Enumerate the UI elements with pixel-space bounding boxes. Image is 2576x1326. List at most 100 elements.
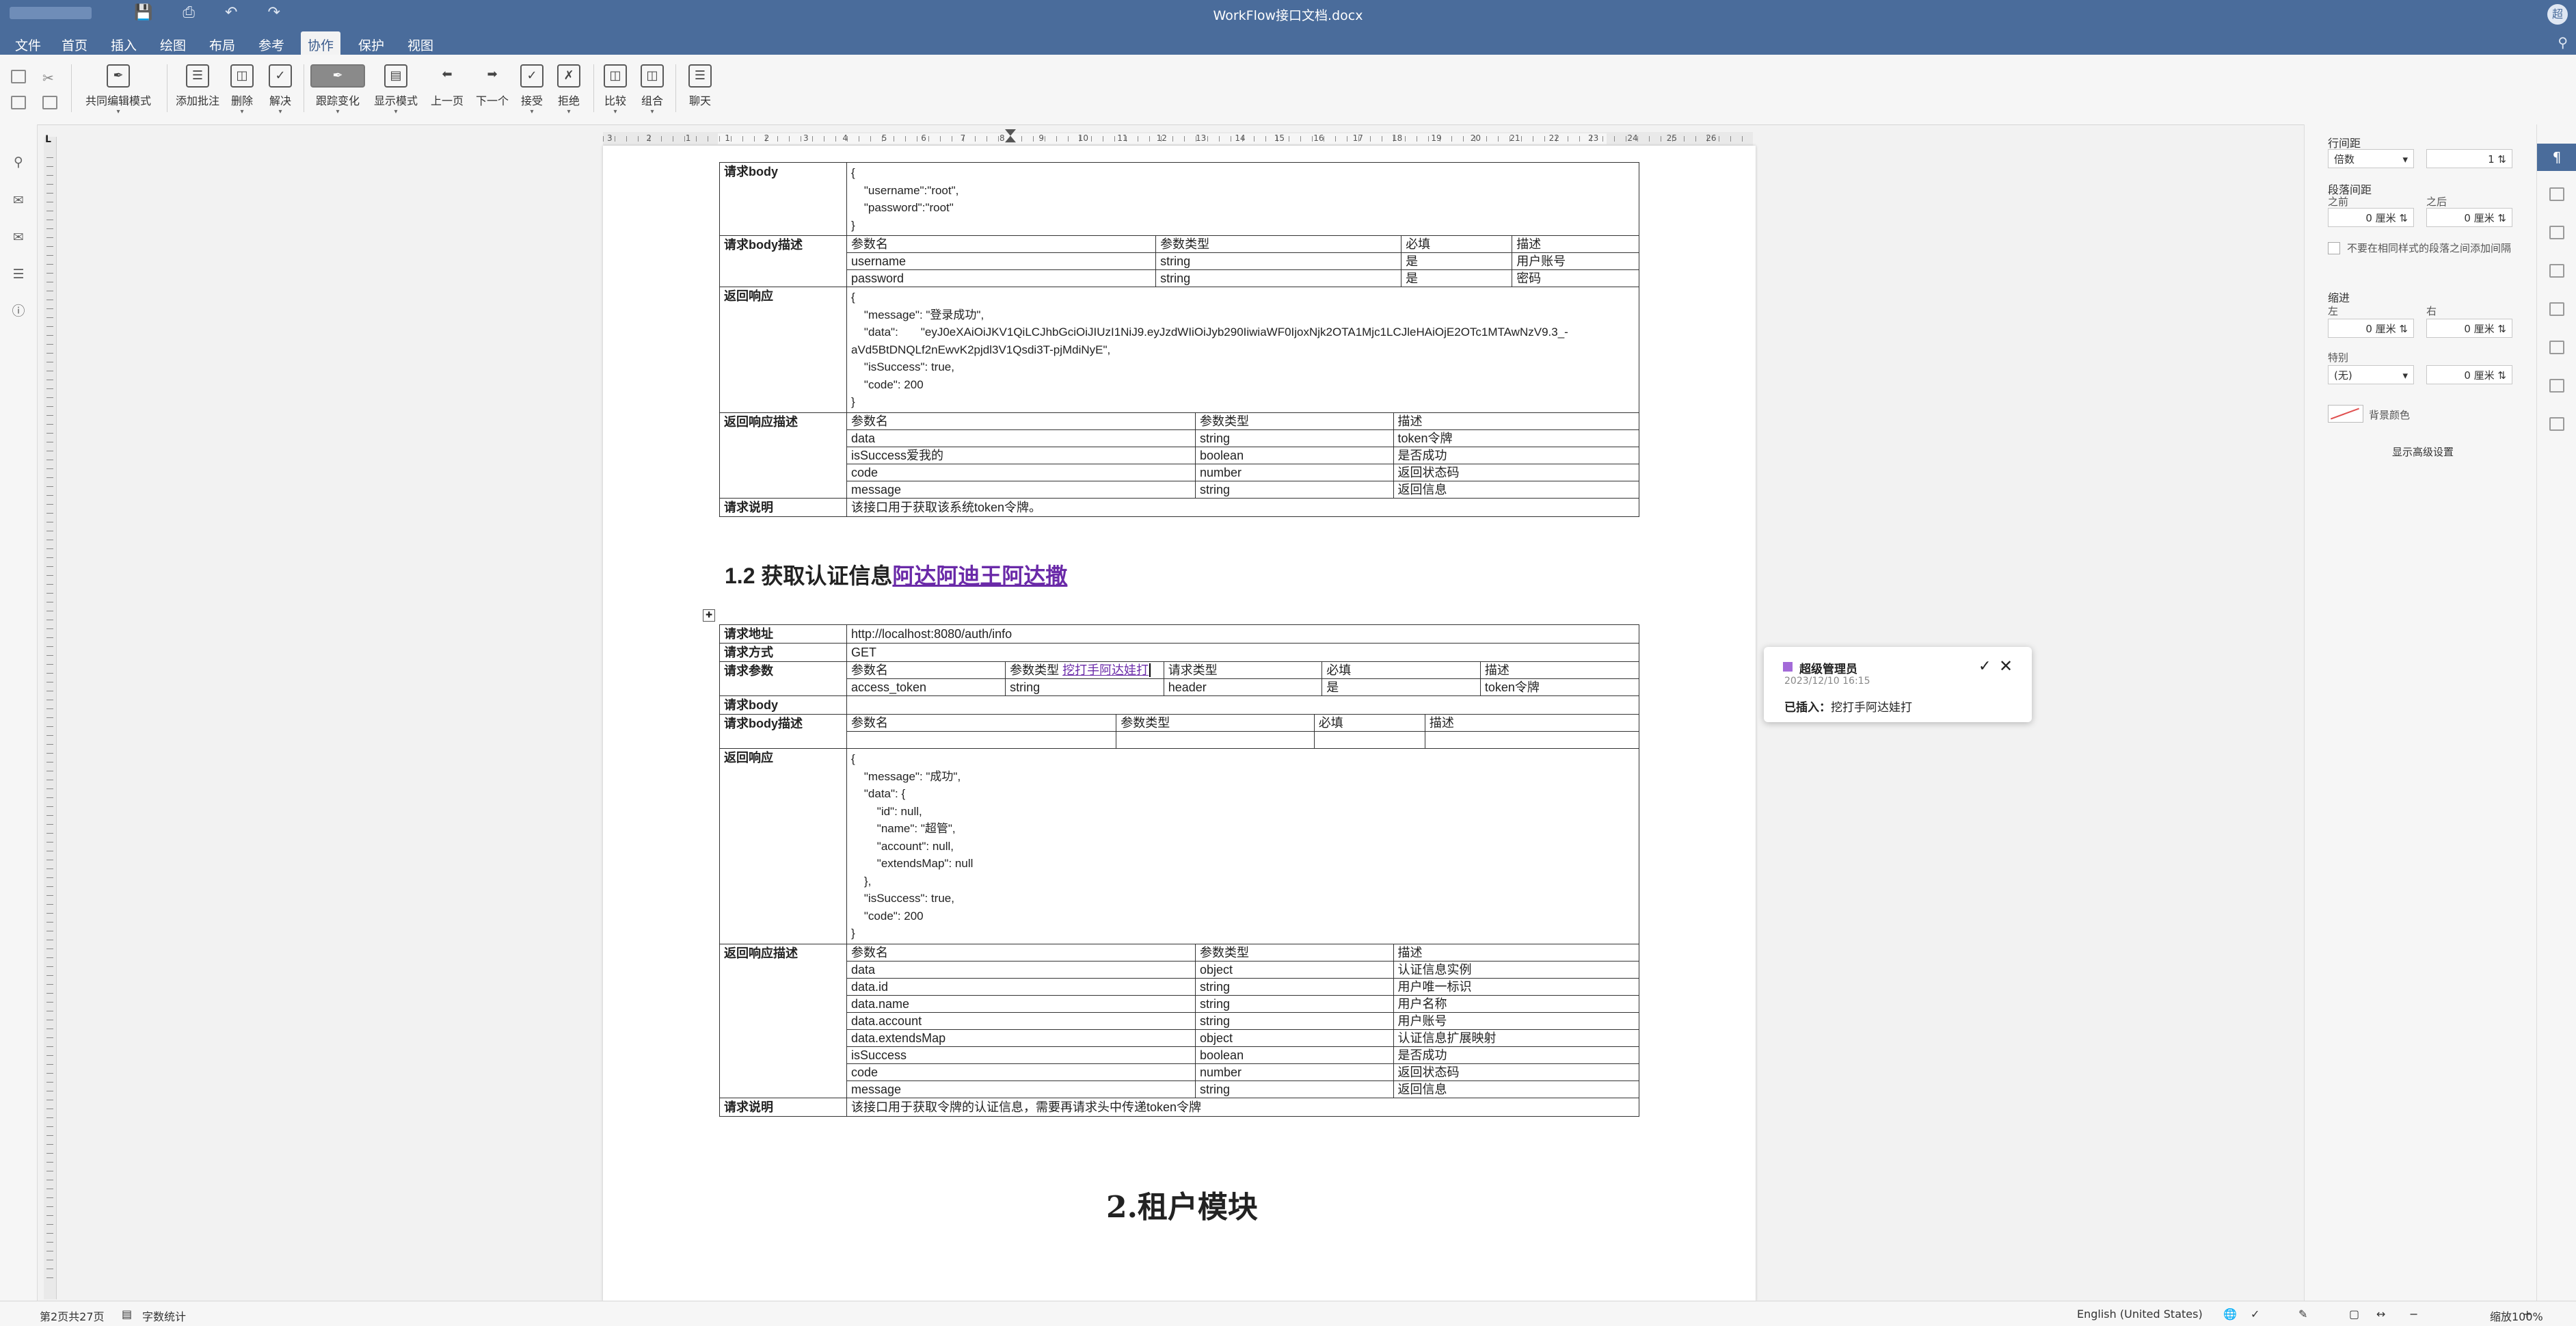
vertical-ruler[interactable] — [44, 137, 57, 1299]
table-cell[interactable] — [1116, 731, 1315, 748]
table-cell[interactable]: boolean — [1195, 447, 1394, 464]
reject-change-icon[interactable]: ✕ — [1999, 657, 2013, 676]
menu-view[interactable]: 视图 — [403, 34, 438, 55]
table-cell[interactable]: object — [1195, 1029, 1394, 1047]
table-cell[interactable]: number — [1195, 464, 1394, 481]
special-indent-select[interactable]: (无) ▾ — [2328, 365, 2414, 384]
table-cell[interactable]: 是 — [1321, 678, 1481, 695]
table-cell[interactable]: 用户账号 — [1512, 252, 1639, 270]
fit-width-icon[interactable]: ↔ — [2376, 1308, 2385, 1321]
previous-change-button[interactable]: ⬅ 上一页 — [428, 64, 466, 108]
special-indent-input[interactable]: 0 厘米 ⇅ — [2426, 365, 2512, 384]
zoom-level[interactable]: 缩放100% — [2490, 1308, 2543, 1324]
table-cell[interactable]: message — [847, 481, 1196, 498]
menu-insert[interactable]: 插入 — [107, 34, 141, 55]
table-cell[interactable]: number — [1195, 1063, 1394, 1081]
table-cell[interactable]: token令牌 — [1393, 429, 1639, 447]
text-art-icon[interactable] — [2549, 379, 2564, 393]
tracked-insertion[interactable]: 挖打手阿达娃打 — [1062, 663, 1149, 677]
table-cell[interactable]: string — [1195, 995, 1394, 1013]
accept-button[interactable]: ✓ 接受 ▾ — [518, 64, 546, 116]
header-footer-icon[interactable] — [2549, 264, 2564, 278]
shape-settings-icon[interactable] — [2549, 302, 2564, 316]
background-color-picker[interactable] — [2328, 405, 2363, 423]
table-cell[interactable]: message — [847, 1080, 1196, 1098]
select-all-icon[interactable] — [42, 96, 57, 109]
table-cell[interactable]: 是否成功 — [1393, 447, 1639, 464]
method-cell[interactable]: GET — [846, 643, 1639, 662]
menu-draw[interactable]: 绘图 — [156, 34, 190, 55]
menu-references[interactable]: 参考 — [254, 34, 289, 55]
response-code[interactable]: { "message": "登录成功", "data": "eyJ0eXAiOi… — [846, 287, 1639, 413]
table-cell[interactable]: 认证信息扩展映射 — [1393, 1029, 1639, 1047]
info-icon[interactable]: ⓘ — [11, 304, 26, 319]
cut-icon[interactable]: ✂ — [42, 70, 57, 86]
tracked-change-balloon[interactable]: 超级管理员 2023/12/10 16:15 ✓ ✕ 已插入：挖打手阿达娃打 — [1764, 647, 2032, 722]
combine-button[interactable]: ◫ 组合 ▾ — [639, 64, 666, 116]
advanced-settings-link[interactable]: 显示高级设置 — [2392, 445, 2454, 459]
horizontal-ruler[interactable]: 3 2 1 1 2 3 4 5 6 7 8 9 10 11 12 13 14 15 16 17 18 19 20 21 22 23… — [603, 129, 1753, 146]
table-cell[interactable]: 返回状态码 — [1393, 464, 1639, 481]
table-cell[interactable]: 是 — [1401, 269, 1513, 287]
menu-file[interactable]: 文件 — [11, 34, 45, 55]
table-move-handle[interactable]: ✚ — [703, 609, 715, 622]
user-avatar[interactable]: 超 — [2547, 4, 2568, 25]
table-cell[interactable]: string — [1155, 269, 1402, 287]
request-body-code[interactable]: { "username":"root", "password":"root" } — [846, 162, 1639, 236]
table-cell[interactable]: 返回信息 — [1393, 481, 1639, 498]
table-cell[interactable]: 用户账号 — [1393, 1012, 1639, 1030]
document-page[interactable]: 请求body { "username":"root", "password":"… — [603, 146, 1756, 1301]
word-count-icon[interactable]: ▤ — [122, 1308, 132, 1321]
table-cell[interactable]: token令牌 — [1480, 679, 1639, 696]
fit-page-icon[interactable]: ▢ — [2349, 1308, 2359, 1321]
chat-icon[interactable]: ✉ — [11, 230, 26, 245]
add-comment-button[interactable]: ☰ 添加批注 — [175, 64, 220, 108]
table-cell[interactable]: 用户唯一标识 — [1393, 978, 1639, 996]
line-spacing-mode-select[interactable]: 倍数 ▾ — [2328, 149, 2414, 168]
table-cell[interactable]: object — [1195, 961, 1394, 979]
table-cell[interactable]: data — [847, 429, 1196, 447]
image-settings-icon[interactable] — [2549, 226, 2564, 239]
indent-right-input[interactable]: 0 厘米 ⇅ — [2426, 319, 2512, 338]
table-cell[interactable]: 用户名称 — [1393, 995, 1639, 1013]
compare-button[interactable]: ◫ 比较 ▾ — [602, 64, 629, 116]
table-cell[interactable]: string — [1195, 1012, 1394, 1030]
chapter-heading[interactable]: 2.租户模块 — [1106, 1182, 1258, 1226]
table-cell[interactable]: 是 — [1401, 252, 1513, 270]
table-cell[interactable]: data — [847, 961, 1196, 979]
spacing-after-input[interactable]: 0 厘米 ⇅ — [2426, 208, 2512, 227]
tab-stop-selector[interactable]: L — [45, 134, 51, 145]
table-cell[interactable]: string — [1155, 252, 1402, 270]
display-mode-button[interactable]: ▤ 显示模式 ▾ — [372, 64, 420, 116]
word-count-button[interactable]: 字数统计 — [142, 1308, 186, 1324]
table-cell[interactable]: 密码 — [1512, 270, 1639, 287]
search-icon[interactable]: ⚲ — [11, 155, 26, 170]
note-cell[interactable]: 该接口用于获取令牌的认证信息，需要再请求头中传递token令牌 — [846, 1097, 1639, 1117]
table-cell[interactable]: data.extendsMap — [847, 1029, 1196, 1047]
table-cell[interactable]: isSuccess爱我的 — [847, 447, 1196, 464]
table-cell[interactable]: username — [847, 252, 1157, 270]
note-cell[interactable]: 该接口用于获取该系统token令牌。 — [846, 497, 1639, 517]
accept-change-icon[interactable]: ✓ — [1978, 658, 1991, 675]
copy-icon[interactable] — [11, 70, 26, 83]
globe-icon[interactable]: 🌐 — [2223, 1308, 2237, 1321]
table-cell[interactable]: header — [1164, 678, 1323, 695]
empty-cell[interactable] — [846, 695, 1639, 715]
menu-collaborate[interactable]: 协作 — [301, 31, 341, 56]
spacing-before-input[interactable]: 0 厘米 ⇅ — [2328, 208, 2414, 227]
menu-protect[interactable]: 保护 — [354, 34, 388, 55]
track-changes-status-icon[interactable]: ✎ — [2298, 1308, 2307, 1321]
language-selector[interactable]: English (United States) — [2077, 1308, 2203, 1321]
tracked-insertion[interactable]: 阿达阿迪王阿达撒 — [892, 563, 1067, 588]
table-cell[interactable]: 认证信息实例 — [1393, 961, 1639, 979]
response-code[interactable]: { "message": "成功", "data": { "id": null,… — [846, 748, 1639, 944]
table-cell[interactable] — [1314, 731, 1425, 748]
table-cell[interactable]: data.account — [847, 1012, 1196, 1030]
navigation-icon[interactable]: ☰ — [11, 267, 26, 282]
chat-button[interactable]: ☰ 聊天 — [686, 64, 714, 108]
line-spacing-value-input[interactable]: 1 ⇅ — [2426, 149, 2512, 168]
next-change-button[interactable]: ➡ 下一个 — [473, 64, 511, 108]
mail-merge-icon[interactable] — [2549, 417, 2564, 431]
table-cell[interactable]: string — [1195, 481, 1394, 498]
table-cell[interactable]: data.id — [847, 978, 1196, 996]
